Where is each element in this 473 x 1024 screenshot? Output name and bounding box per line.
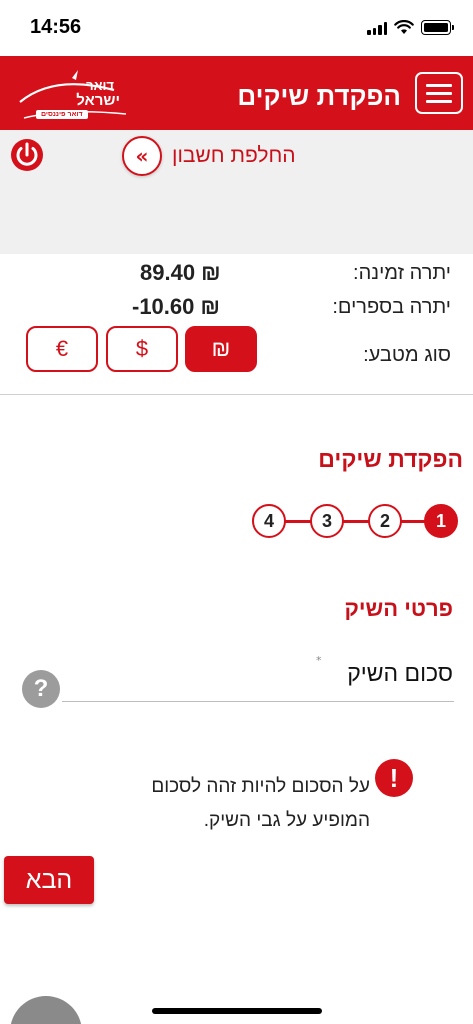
switch-account-button[interactable]: « החלפת חשבון [122, 136, 296, 176]
currency-row: € $ ₪ סוג מטבע: [0, 326, 473, 376]
available-balance-value: 89.40 ₪ [140, 260, 221, 285]
status-icons [367, 20, 454, 35]
step-3: 3 [310, 504, 344, 538]
currency-shekel-button[interactable]: ₪ [185, 326, 257, 372]
required-mark: * [316, 654, 322, 667]
step-4: 4 [252, 504, 286, 538]
logo-text-line1: דואר [86, 78, 114, 93]
currency-label: סוג מטבע: [363, 344, 451, 366]
wifi-icon [394, 20, 414, 34]
amount-input[interactable] [62, 701, 454, 702]
app-header: הפקדת שיקים דואר ישראל דואר פיננסים [0, 56, 473, 130]
page-title: הפקדת שיקים [237, 81, 401, 111]
section-title: הפקדת שיקים [318, 446, 463, 472]
available-balance-label: יתרה זמינה: [353, 262, 451, 284]
step-2: 2 [368, 504, 402, 538]
home-indicator [152, 1008, 322, 1014]
divider [0, 394, 473, 395]
warning-text: על הסכום להיות זהה לסכום המופיע על גבי ה… [151, 776, 370, 831]
power-icon[interactable] [8, 136, 46, 174]
battery-icon [421, 20, 454, 35]
menu-button[interactable] [415, 72, 463, 114]
available-balance-row: יתרה זמינה: 89.40 ₪ [0, 260, 473, 290]
books-balance-row: יתרה בספרים: -10.60 ₪ [0, 294, 473, 324]
stepper-line [280, 520, 444, 523]
israel-post-logo[interactable]: דואר ישראל דואר פיננסים [14, 68, 134, 128]
status-bar: 14:56 [0, 0, 473, 56]
books-balance-value: -10.60 ₪ [132, 294, 220, 319]
switch-account-label[interactable]: החלפת חשבון [172, 144, 296, 168]
signal-icon [367, 21, 387, 35]
cheque-details-title: פרטי השיק [344, 596, 453, 621]
stepper: 4 3 2 1 [252, 504, 462, 540]
logo-text-line2: ישראל [76, 92, 120, 109]
next-button[interactable]: הבא [4, 856, 94, 904]
currency-dollar-button[interactable]: $ [106, 326, 178, 372]
warning-icon: ! [375, 759, 413, 797]
books-balance-label: יתרה בספרים: [332, 296, 451, 318]
status-time: 14:56 [30, 16, 82, 38]
step-1: 1 [424, 504, 458, 538]
chevron-double-left-icon[interactable]: « [122, 136, 162, 176]
currency-euro-button[interactable]: € [26, 326, 98, 372]
amount-field-label[interactable]: סכום השיק [347, 660, 453, 687]
floating-action-button[interactable] [10, 996, 82, 1024]
help-icon[interactable]: ? [22, 670, 60, 708]
logo-tagline: דואר פיננסים [36, 110, 88, 119]
